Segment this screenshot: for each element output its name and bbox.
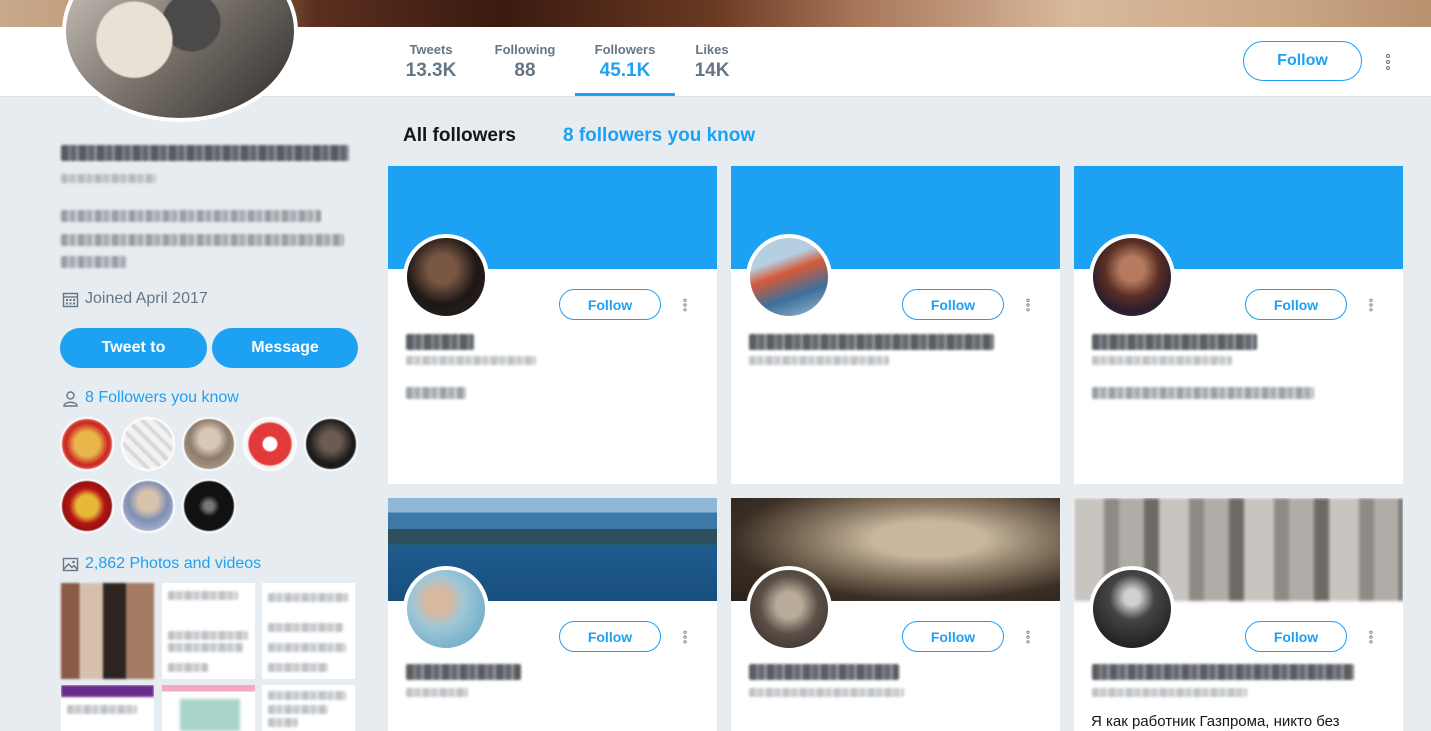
tab-all-followers[interactable]: All followers [403, 125, 516, 147]
tab-followers-you-know[interactable]: 8 followers you know [563, 125, 755, 147]
card-bio [1092, 387, 1314, 399]
known-follower-avatar[interactable] [182, 479, 236, 533]
known-follower-avatar[interactable] [121, 417, 175, 471]
profile-avatar[interactable] [47, 0, 363, 125]
known-follower-avatar[interactable] [60, 417, 114, 471]
stat-tweets[interactable]: Tweets 13.3K [398, 27, 464, 96]
stat-likes-label: Likes [695, 42, 729, 57]
card-follow-button[interactable]: Follow [559, 621, 661, 652]
known-follower-avatar[interactable] [60, 479, 114, 533]
card-follow-button[interactable]: Follow [1245, 289, 1347, 320]
follower-card[interactable]: Follow [731, 166, 1060, 484]
card-avatar[interactable] [1089, 234, 1175, 320]
more-icon[interactable] [1026, 630, 1030, 644]
follow-button[interactable]: Follow [1243, 41, 1362, 81]
media-thumbnail[interactable] [162, 685, 255, 731]
image-icon [62, 557, 79, 571]
profile-bio-line [61, 210, 321, 222]
card-follow-button[interactable]: Follow [902, 621, 1004, 652]
card-handle [406, 688, 468, 697]
more-icon[interactable] [1026, 298, 1030, 312]
follower-card[interactable]: Follow Я как работник Газпрома, никто бе… [1074, 498, 1403, 731]
profile-name [61, 145, 349, 161]
known-follower-avatar[interactable] [182, 417, 236, 471]
known-follower-avatar[interactable] [243, 417, 297, 471]
card-handle [1092, 356, 1232, 365]
joined-date: Joined April 2017 [62, 290, 208, 308]
stat-followers-label: Followers [594, 42, 656, 57]
more-icon[interactable] [1369, 630, 1373, 644]
card-bio: Я как работник Газпрома, никто без [1091, 713, 1340, 730]
message-button[interactable]: Message [212, 328, 358, 368]
card-avatar[interactable] [746, 566, 832, 652]
card-avatar[interactable] [403, 234, 489, 320]
stat-likes-value: 14K [694, 60, 730, 81]
media-thumbnail[interactable] [262, 685, 355, 731]
card-handle [1092, 688, 1247, 697]
card-avatar[interactable] [403, 566, 489, 652]
card-follow-button[interactable]: Follow [559, 289, 661, 320]
followers-you-know-header[interactable]: 8 Followers you know [62, 389, 239, 407]
follower-card[interactable]: Follow [1074, 166, 1403, 484]
stat-following[interactable]: Following 88 [490, 27, 560, 96]
card-name [749, 334, 994, 350]
card-name [406, 334, 474, 350]
card-handle [749, 688, 904, 697]
profile-bio-line [61, 234, 344, 246]
tweet-to-button[interactable]: Tweet to [60, 328, 207, 368]
card-bio [406, 387, 466, 399]
calendar-icon [62, 292, 79, 307]
stat-tweets-value: 13.3K [405, 60, 457, 81]
follower-card[interactable]: Follow [388, 166, 717, 484]
profile-bio-line [61, 256, 126, 268]
more-icon[interactable] [683, 298, 687, 312]
more-icon[interactable] [683, 630, 687, 644]
media-thumbnail[interactable] [262, 583, 355, 679]
card-name [406, 664, 521, 680]
more-icon[interactable] [1369, 298, 1373, 312]
joined-text: Joined April 2017 [85, 290, 208, 307]
person-icon [63, 390, 78, 407]
follower-card[interactable]: Follow [388, 498, 717, 731]
media-thumbnail[interactable] [61, 583, 154, 679]
stat-followers[interactable]: Followers 45.1K [575, 27, 675, 96]
more-icon[interactable] [1386, 54, 1390, 70]
stat-tweets-label: Tweets [409, 42, 453, 57]
card-avatar[interactable] [746, 234, 832, 320]
known-follower-avatar[interactable] [304, 417, 358, 471]
known-follower-avatar[interactable] [121, 479, 175, 533]
card-avatar[interactable] [1089, 566, 1175, 652]
card-follow-button[interactable]: Follow [1245, 621, 1347, 652]
profile-handle [61, 174, 156, 183]
card-follow-button[interactable]: Follow [902, 289, 1004, 320]
media-thumbnail[interactable] [61, 685, 154, 731]
stat-followers-value: 45.1K [599, 60, 651, 81]
stat-following-value: 88 [514, 60, 536, 81]
photos-videos-link[interactable]: 2,862 Photos and videos [85, 555, 261, 573]
card-name [1092, 664, 1354, 680]
stat-likes[interactable]: Likes 14K [690, 27, 734, 96]
card-name [1092, 334, 1257, 350]
photos-videos-header[interactable]: 2,862 Photos and videos [62, 555, 261, 573]
followers-you-know-link[interactable]: 8 Followers you know [85, 389, 239, 407]
stat-following-label: Following [494, 42, 556, 57]
card-handle [749, 356, 889, 365]
media-thumbnail[interactable] [162, 583, 255, 679]
card-name [749, 664, 899, 680]
follower-card[interactable]: Follow [731, 498, 1060, 731]
card-handle [406, 356, 536, 365]
